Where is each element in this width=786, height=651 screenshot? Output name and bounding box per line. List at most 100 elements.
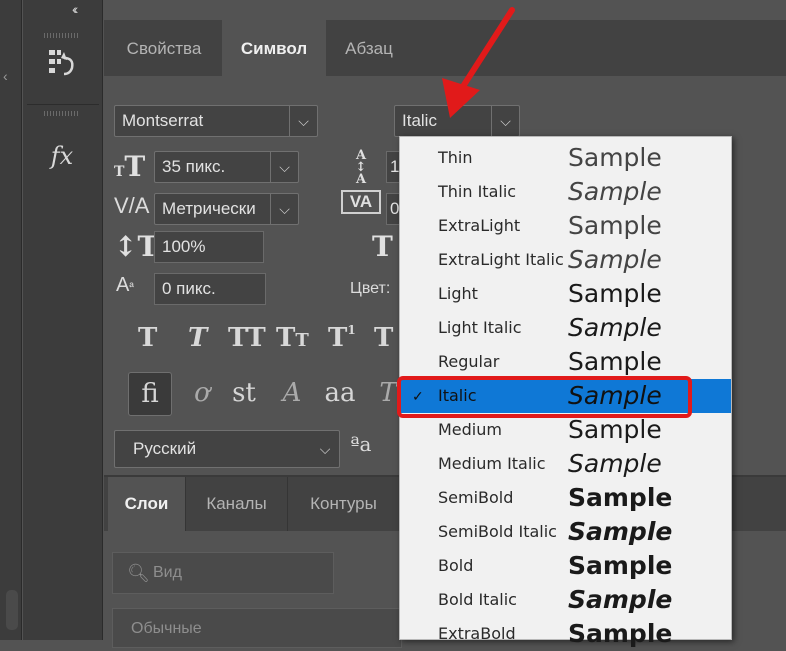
annotation-arrow [442, 7, 515, 118]
popup-item-sample: Sample [568, 347, 662, 376]
popup-item[interactable]: ExtraLight Italic Sample [400, 243, 731, 277]
all-caps-icon[interactable]: TT [228, 323, 266, 353]
popup-item-sample: Sample [568, 245, 662, 274]
collapse-icon[interactable]: ‹‹ [72, 1, 79, 17]
popup-item-sample: Sample [568, 585, 673, 614]
popup-item-sample: Sample [568, 177, 662, 206]
popup-item-sample: Sample [568, 483, 673, 512]
popup-item[interactable]: Bold Sample [400, 549, 731, 583]
tab-character[interactable]: Символ [222, 20, 326, 76]
popup-item-name: Thin [438, 148, 473, 167]
popup-item-sample: Sample [568, 449, 662, 478]
popup-item[interactable]: SemiBold Sample [400, 481, 731, 515]
scrollbar[interactable] [6, 590, 18, 630]
popup-item[interactable]: ExtraLight Sample [400, 209, 731, 243]
fx-icon[interactable]: fx [40, 134, 84, 178]
popup-item[interactable]: Thin Sample [400, 141, 731, 175]
popup-item[interactable]: Thin Italic Sample [400, 175, 731, 209]
baseline-icon: Aª [116, 274, 134, 296]
old-style-button[interactable]: st [222, 372, 266, 416]
popup-item-name: Bold Italic [438, 590, 517, 609]
kerning-icon: V/A [114, 193, 150, 218]
popup-item-name: Thin Italic [438, 182, 517, 201]
superscript-icon[interactable]: T1 [328, 323, 356, 353]
vertical-scale-icon: ↕T [114, 230, 159, 263]
blend-mode-value: Обычные [131, 620, 202, 637]
popup-item-sample: Sample [568, 551, 673, 580]
tracking-field[interactable]: 0 [386, 193, 400, 225]
layer-filter[interactable]: 🔍︎ Вид [112, 552, 334, 594]
popup-item-name: ExtraBold [438, 624, 516, 643]
baseline-value: 0 пикс. [162, 279, 216, 298]
font-size-icon: TT [114, 150, 146, 183]
popup-item[interactable]: Regular Sample [400, 345, 731, 379]
history-icon[interactable] [40, 46, 84, 90]
subscript-icon[interactable]: T [374, 323, 393, 353]
popup-item[interactable]: Medium Sample [400, 413, 731, 447]
color-label: Цвет: [350, 280, 391, 297]
popup-item-name: Medium Italic [438, 454, 546, 473]
popup-item-name: Light Italic [438, 318, 522, 337]
grip-icon[interactable] [44, 33, 80, 38]
popup-item[interactable]: Bold Italic Sample [400, 583, 731, 617]
kerning-value: Метрически [162, 199, 256, 218]
popup-item-name: SemiBold Italic [438, 522, 557, 541]
discretionary-ligatures-button[interactable]: ơ [180, 372, 224, 416]
faux-italic-icon[interactable]: T [188, 323, 207, 353]
vertical-scale-value: 100% [162, 237, 206, 256]
popup-item-sample: Sample [568, 517, 673, 546]
popup-item-sample: Sample [568, 619, 673, 648]
tracking-icon: VA [341, 190, 381, 214]
language-value: Русский [133, 439, 197, 458]
popup-item[interactable]: Light Sample [400, 277, 731, 311]
popup-item-name: Bold [438, 556, 474, 575]
tab-paragraph[interactable]: Абзац [330, 20, 408, 76]
chevron-down-icon: ⌵ [270, 152, 298, 182]
popup-item-sample: Sample [568, 211, 662, 240]
tab-properties[interactable]: Свойства [108, 20, 220, 76]
chevron-down-icon: ⌵ [270, 194, 298, 224]
kerning-dropdown[interactable]: Метрически ⌵ [154, 193, 299, 225]
popup-item-name: Regular [438, 352, 500, 371]
language-dropdown[interactable]: Русский ⌵ [114, 430, 340, 468]
font-size-field[interactable]: 35 пикс. ⌵ [154, 151, 299, 183]
popup-item-name: Medium [438, 420, 502, 439]
selection-highlight [397, 376, 692, 418]
chevron-down-icon: ⌵ [289, 106, 317, 136]
blend-mode-dropdown[interactable]: Обычные [112, 608, 402, 648]
leading-field[interactable]: 1 [386, 151, 400, 183]
tab-paths[interactable]: Контуры [288, 477, 400, 531]
popup-item-name: ExtraLight Italic [438, 250, 564, 269]
popup-item-name: Light [438, 284, 478, 303]
font-family-value: Montserrat [122, 111, 204, 130]
tool-separator [27, 104, 99, 105]
grip-icon[interactable] [44, 111, 80, 116]
chevron-left-icon[interactable]: ‹ [3, 68, 8, 84]
tab-channels[interactable]: Каналы [186, 477, 288, 531]
popup-item[interactable]: ExtraBold Sample [400, 617, 731, 651]
popup-item[interactable]: Light Italic Sample [400, 311, 731, 345]
popup-item[interactable]: SemiBold Italic Sample [400, 515, 731, 549]
font-size-value: 35 пикс. [162, 157, 226, 176]
font-family-dropdown[interactable]: Montserrat ⌵ [114, 105, 318, 137]
tab-layers[interactable]: Слои [108, 477, 186, 531]
small-caps-icon[interactable]: TT [276, 323, 309, 353]
anti-aliasing-icon: ªa [350, 432, 372, 456]
left-strip: ‹ [0, 0, 22, 640]
popup-item-name: SemiBold [438, 488, 514, 507]
leading-icon: A ↕ A [355, 148, 367, 187]
search-icon: 🔍︎ [127, 563, 150, 583]
stylistic-alternates-button[interactable]: aa [318, 372, 362, 416]
chevron-down-icon: ⌵ [319, 441, 331, 457]
popup-item-sample: Sample [568, 313, 662, 342]
faux-bold-icon[interactable]: T [138, 323, 157, 353]
panel-dock [23, 0, 103, 640]
horizontal-scale-icon: T [372, 230, 393, 263]
baseline-field[interactable]: 0 пикс. [154, 273, 266, 305]
popup-item-sample: Sample [568, 143, 662, 172]
popup-item-name: ExtraLight [438, 216, 521, 235]
ligatures-button[interactable]: fi [128, 372, 172, 416]
swash-button[interactable]: A [270, 372, 314, 416]
popup-item[interactable]: Medium Italic Sample [400, 447, 731, 481]
vertical-scale-field[interactable]: 100% [154, 231, 264, 263]
